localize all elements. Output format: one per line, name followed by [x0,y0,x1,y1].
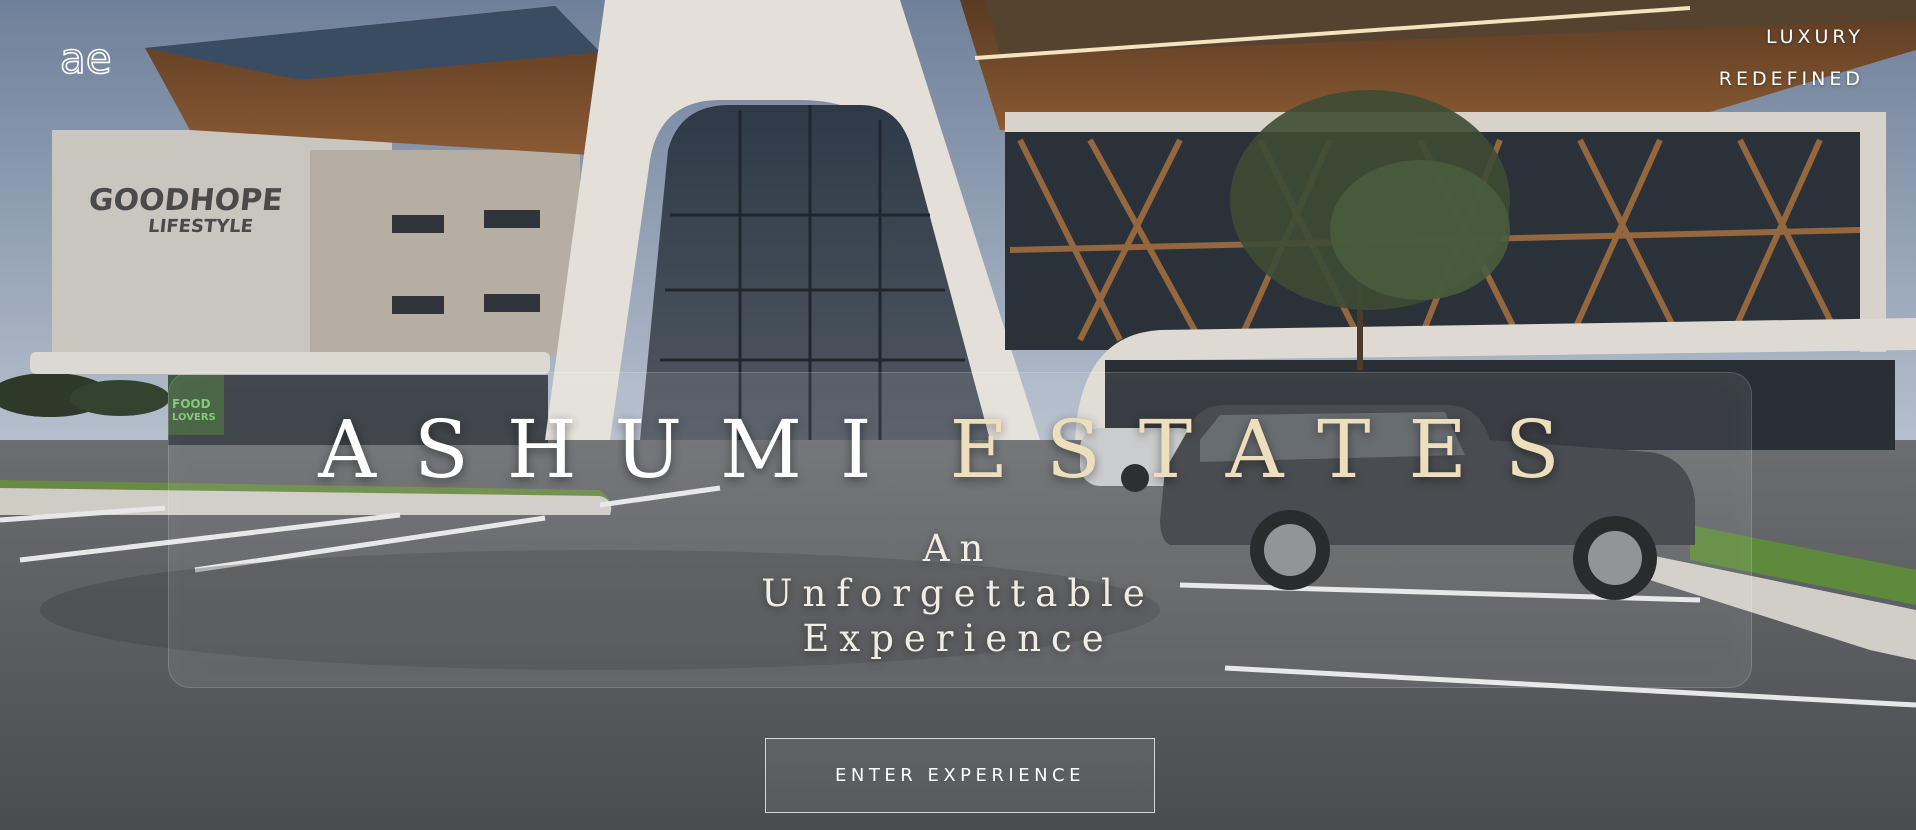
subtitle-line-2: Unforgettable [761,572,1155,615]
tagline: LUXURY REDEFINED [1719,16,1864,100]
subtitle-line-3: Experience [802,617,1114,660]
tagline-line-1: LUXURY [1765,26,1864,48]
subtitle-line-1: An [922,527,994,570]
tagline-line-2: REDEFINED [1718,68,1864,90]
enter-experience-button[interactable]: ENTER EXPERIENCE [765,738,1155,813]
enter-experience-label: ENTER EXPERIENCE [835,765,1085,786]
hero-title-word-2: ESTATES [949,403,1598,496]
hero-subtitle: An Unforgettable Experience [0,526,1916,661]
svg-text:LIFESTYLE: LIFESTYLE [147,216,254,237]
hero-title-word-1: ASHUMI [318,403,910,496]
hero-section: GOODHOPE LIFESTYLE FOOD LOVERS ae LUXURY… [0,0,1916,830]
ae-logo[interactable]: ae [58,40,130,80]
logo-text: ae [60,40,112,80]
hero-title: ASHUMI ESTATES [0,398,1916,502]
svg-text:GOODHOPE: GOODHOPE [87,183,284,218]
